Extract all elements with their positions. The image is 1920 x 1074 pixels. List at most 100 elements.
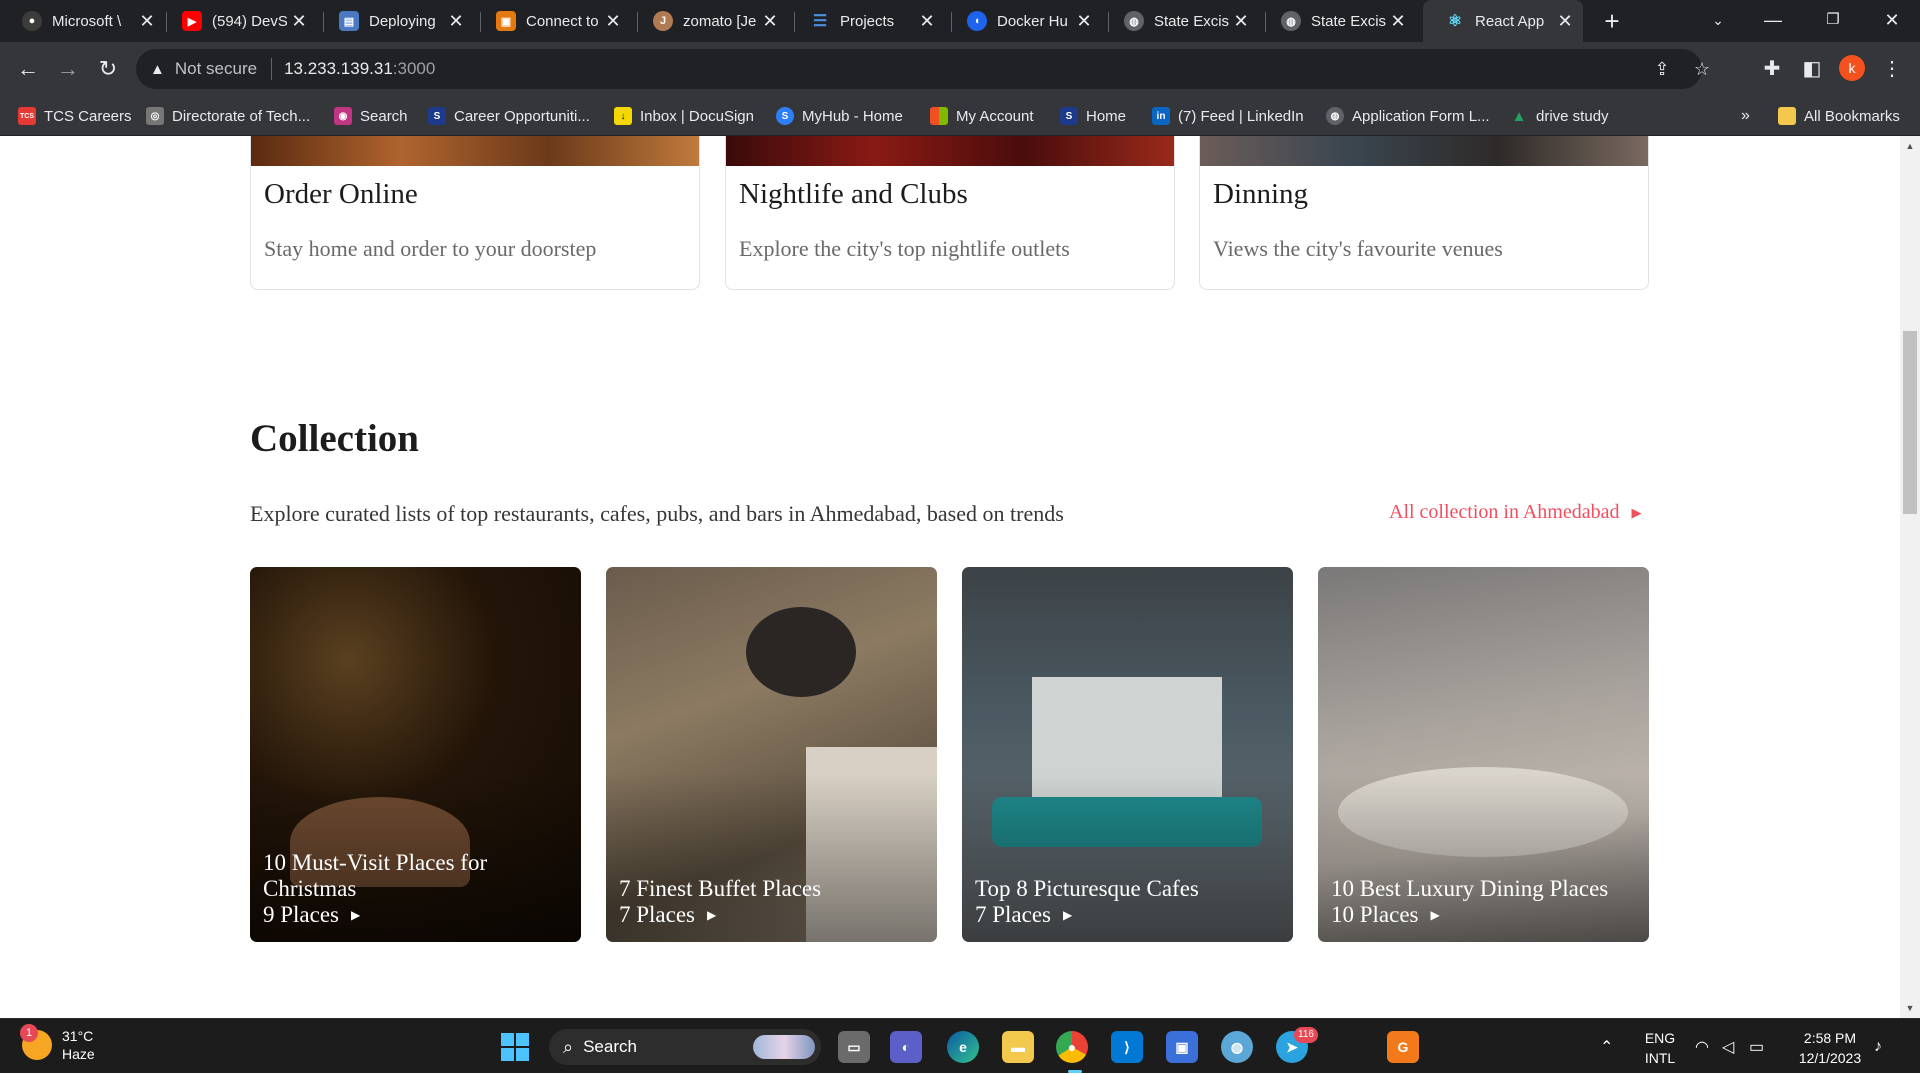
collection-card[interactable]: 10 Must-Visit Places for Christmas 9 Pla… — [250, 567, 581, 942]
places-count: 10 Places ▶ — [1331, 902, 1636, 928]
youtube-icon: ▶ — [182, 11, 202, 31]
clock[interactable]: 2:58 PM 12/1/2023 — [1790, 1028, 1870, 1068]
dining-card[interactable]: Dinning Views the city's favourite venue… — [1199, 136, 1649, 290]
tab-title: Microsoft \ — [52, 12, 122, 30]
side-panel-icon[interactable]: ◧ — [1796, 53, 1828, 85]
close-icon[interactable]: ✕ — [1072, 11, 1096, 32]
minimize-button[interactable]: — — [1745, 0, 1801, 42]
menu-dots-icon[interactable]: ⋮ — [1876, 53, 1908, 85]
collection-card-title: Top 8 Picturesque Cafes — [975, 876, 1199, 901]
all-bookmarks-folder[interactable]: All Bookmarks — [1778, 105, 1900, 127]
close-icon[interactable]: ✕ — [287, 11, 311, 32]
bookmark-my-account[interactable]: My Account — [930, 105, 1034, 127]
tab-title: Connect to — [526, 12, 599, 30]
tab-1[interactable]: ● Microsoft \ ✕ — [0, 6, 165, 36]
bookmark-application-form[interactable]: ◍ Application Form L... — [1326, 105, 1490, 127]
close-icon[interactable]: ✕ — [1386, 11, 1410, 32]
tab-7[interactable]: ◖ Docker Hu ✕ — [945, 6, 1102, 36]
forward-arrow-icon[interactable]: → — [52, 53, 84, 85]
vscode-icon[interactable]: ⟩ — [1111, 1031, 1143, 1063]
file-explorer-icon[interactable]: ▬ — [1002, 1031, 1034, 1063]
tab-5[interactable]: J zomato [Je ✕ — [631, 6, 788, 36]
tab-8[interactable]: ◍ State Excis ✕ — [1102, 6, 1259, 36]
scroll-up-arrow-icon[interactable]: ▲ — [1900, 141, 1920, 151]
tab-9[interactable]: ◍ State Excis ✕ — [1259, 6, 1416, 36]
weather-temperature: 31°C — [62, 1028, 94, 1044]
bookmark-home[interactable]: S Home — [1060, 105, 1126, 127]
close-icon[interactable]: ✕ — [601, 11, 625, 32]
back-arrow-icon[interactable]: ← — [12, 53, 44, 85]
not-secure-label[interactable]: Not secure — [175, 59, 257, 79]
card-title: Order Online — [264, 178, 418, 210]
tab-4[interactable]: ▣ Connect to ✕ — [474, 6, 631, 36]
close-icon[interactable]: ✕ — [135, 11, 159, 32]
bookmark-directorate[interactable]: ◎ Directorate of Tech... — [146, 105, 310, 127]
bookmark-label: Home — [1086, 107, 1127, 125]
page-scrollbar[interactable]: ▲ ▼ — [1900, 136, 1920, 1018]
tab-search-chevron-icon[interactable]: ⌄ — [1690, 0, 1746, 42]
task-view-icon[interactable]: ▭ — [838, 1031, 870, 1063]
restore-button[interactable]: ❐ — [1805, 0, 1861, 42]
search-highlight-image — [753, 1035, 815, 1059]
close-icon[interactable]: ✕ — [915, 11, 939, 32]
show-hidden-icons-chevron[interactable]: ⌃ — [1600, 1019, 1613, 1074]
bookmark-label: drive study — [1536, 107, 1609, 125]
bookmark-linkedin[interactable]: in (7) Feed | LinkedIn — [1152, 105, 1304, 127]
bookmarks-bar: TCS TCS Careers ◎ Directorate of Tech...… — [0, 96, 1920, 136]
share-icon[interactable]: ⇪ — [1646, 49, 1678, 89]
order-online-card[interactable]: Order Online Stay home and order to your… — [250, 136, 700, 290]
profile-avatar[interactable]: k — [1839, 55, 1865, 81]
remote-desktop-icon[interactable]: ▣ — [1166, 1031, 1198, 1063]
window-close-button[interactable]: ✕ — [1864, 0, 1920, 42]
bookmark-search[interactable]: ◉ Search — [334, 105, 408, 127]
geforce-app-icon[interactable]: G — [1387, 1031, 1419, 1063]
close-icon[interactable]: ✕ — [444, 11, 468, 32]
scroll-down-arrow-icon[interactable]: ▼ — [1900, 1003, 1920, 1013]
tab-title: Docker Hu — [997, 12, 1068, 30]
language-indicator[interactable]: ENG INTL — [1640, 1028, 1680, 1068]
aws-icon: ▣ — [496, 11, 516, 31]
microsoft-icon — [930, 107, 948, 125]
notification-bell-icon[interactable]: ♪ — [1874, 1019, 1882, 1074]
bookmark-drive-study[interactable]: ▲ drive study — [1510, 105, 1609, 127]
tab-6[interactable]: ☰ Projects ✕ — [788, 6, 945, 36]
volume-icon[interactable]: ◁ — [1722, 1019, 1734, 1074]
bookmark-myhub[interactable]: S MyHub - Home — [776, 105, 903, 127]
close-icon[interactable]: ✕ — [1229, 11, 1253, 32]
card-description: Explore the city's top nightlife outlets — [739, 236, 1070, 261]
more-bookmarks-chevron[interactable]: » — [1741, 105, 1750, 127]
edge-icon[interactable]: e — [947, 1031, 979, 1063]
bookmark-career-opportunities[interactable]: S Career Opportuniti... — [428, 105, 590, 127]
weather-widget[interactable]: 1 31°C Haze — [20, 1024, 95, 1063]
reload-icon[interactable]: ↻ — [92, 53, 124, 85]
collection-card[interactable]: 10 Best Luxury Dining Places 10 Places ▶ — [1318, 567, 1649, 942]
collection-card[interactable]: Top 8 Picturesque Cafes 7 Places ▶ — [962, 567, 1293, 942]
globe-app-icon[interactable]: ◍ — [1221, 1031, 1253, 1063]
taskbar-search-box[interactable]: ⌕ Search — [549, 1029, 821, 1065]
caret-right-icon: ▶ — [707, 908, 717, 922]
tab-active-react-app[interactable]: ⚛ React App ✕ — [1423, 0, 1583, 42]
bookmark-tcs-careers[interactable]: TCS TCS Careers — [18, 105, 132, 127]
tab-title: Deploying — [369, 12, 436, 30]
scrollbar-thumb[interactable] — [1903, 331, 1917, 514]
all-collections-link[interactable]: All collection in Ahmedabad ▶ — [1389, 501, 1642, 524]
warning-icon[interactable]: ▲ — [150, 61, 165, 78]
chrome-icon[interactable]: ● — [1056, 1031, 1088, 1063]
url-host[interactable]: 13.233.139.31 — [284, 59, 393, 79]
url-port[interactable]: :3000 — [393, 59, 436, 79]
close-icon[interactable]: ✕ — [758, 11, 782, 32]
address-bar[interactable]: ▲ Not secure 13.233.139.31:3000 ⇪ ☆ — [136, 49, 1710, 89]
wifi-icon[interactable]: ◠ — [1695, 1019, 1709, 1074]
tab-3[interactable]: ▤ Deploying ✕ — [317, 6, 474, 36]
tab-2[interactable]: ▶ (594) DevS ✕ — [160, 6, 317, 36]
extensions-puzzle-icon[interactable]: ✚ — [1756, 53, 1788, 85]
bookmark-star-icon[interactable]: ☆ — [1686, 49, 1718, 89]
bookmark-docusign[interactable]: ↓ Inbox | DocuSign — [614, 105, 754, 127]
collection-card[interactable]: 7 Finest Buffet Places 7 Places ▶ — [606, 567, 937, 942]
nightlife-card[interactable]: Nightlife and Clubs Explore the city's t… — [725, 136, 1175, 290]
battery-icon[interactable]: ▭ — [1749, 1019, 1764, 1074]
new-tab-button[interactable]: + — [1596, 6, 1628, 36]
teams-icon[interactable]: ◐ — [890, 1031, 922, 1063]
windows-start-icon[interactable] — [501, 1033, 529, 1061]
close-icon[interactable]: ✕ — [1553, 11, 1577, 32]
